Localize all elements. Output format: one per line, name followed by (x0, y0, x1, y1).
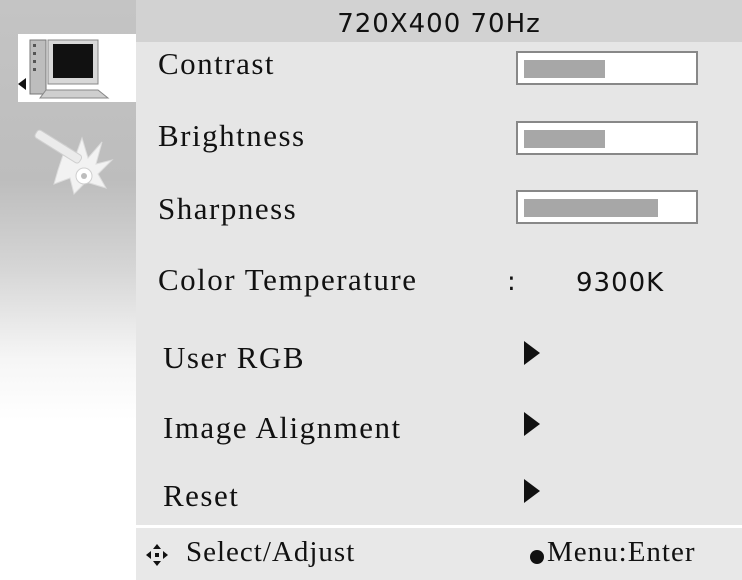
contrast-label[interactable]: Contrast (158, 46, 275, 82)
color-temperature-value[interactable]: 9300K (576, 268, 664, 298)
resolution-header: 720X400 70Hz (136, 0, 742, 42)
menu-button-dot-icon (530, 550, 544, 564)
brightness-bar[interactable] (516, 121, 698, 155)
image-alignment-arrow-icon[interactable] (524, 412, 540, 436)
tab-tools[interactable] (18, 112, 136, 202)
move-arrows-icon (146, 544, 168, 566)
user-rgb-arrow-icon[interactable] (524, 341, 540, 365)
reset-label[interactable]: Reset (163, 478, 239, 514)
color-temperature-separator: : (507, 267, 516, 297)
contrast-bar-fill (524, 60, 605, 78)
contrast-bar[interactable] (516, 51, 698, 85)
sidebar (0, 0, 136, 580)
reset-arrow-icon[interactable] (524, 479, 540, 503)
brightness-bar-fill (524, 130, 605, 148)
brightness-label[interactable]: Brightness (158, 118, 306, 154)
menu-enter-hint: Menu:Enter (547, 536, 696, 568)
tab-display[interactable] (18, 34, 136, 102)
color-temperature-label[interactable]: Color Temperature (158, 262, 417, 298)
footer-hint-bar: Select/Adjust Menu:Enter (136, 528, 742, 580)
tools-wrench-icon (34, 129, 114, 195)
image-alignment-label[interactable]: Image Alignment (163, 410, 402, 446)
sharpness-bar-fill (524, 199, 658, 217)
sharpness-label[interactable]: Sharpness (158, 191, 297, 227)
monitor-display-icon (18, 39, 110, 99)
osd-panel: 720X400 70Hz Contrast Brightness Sharpne… (136, 0, 742, 525)
sharpness-bar[interactable] (516, 190, 698, 224)
user-rgb-label[interactable]: User RGB (163, 340, 305, 376)
select-adjust-hint: Select/Adjust (186, 536, 356, 568)
